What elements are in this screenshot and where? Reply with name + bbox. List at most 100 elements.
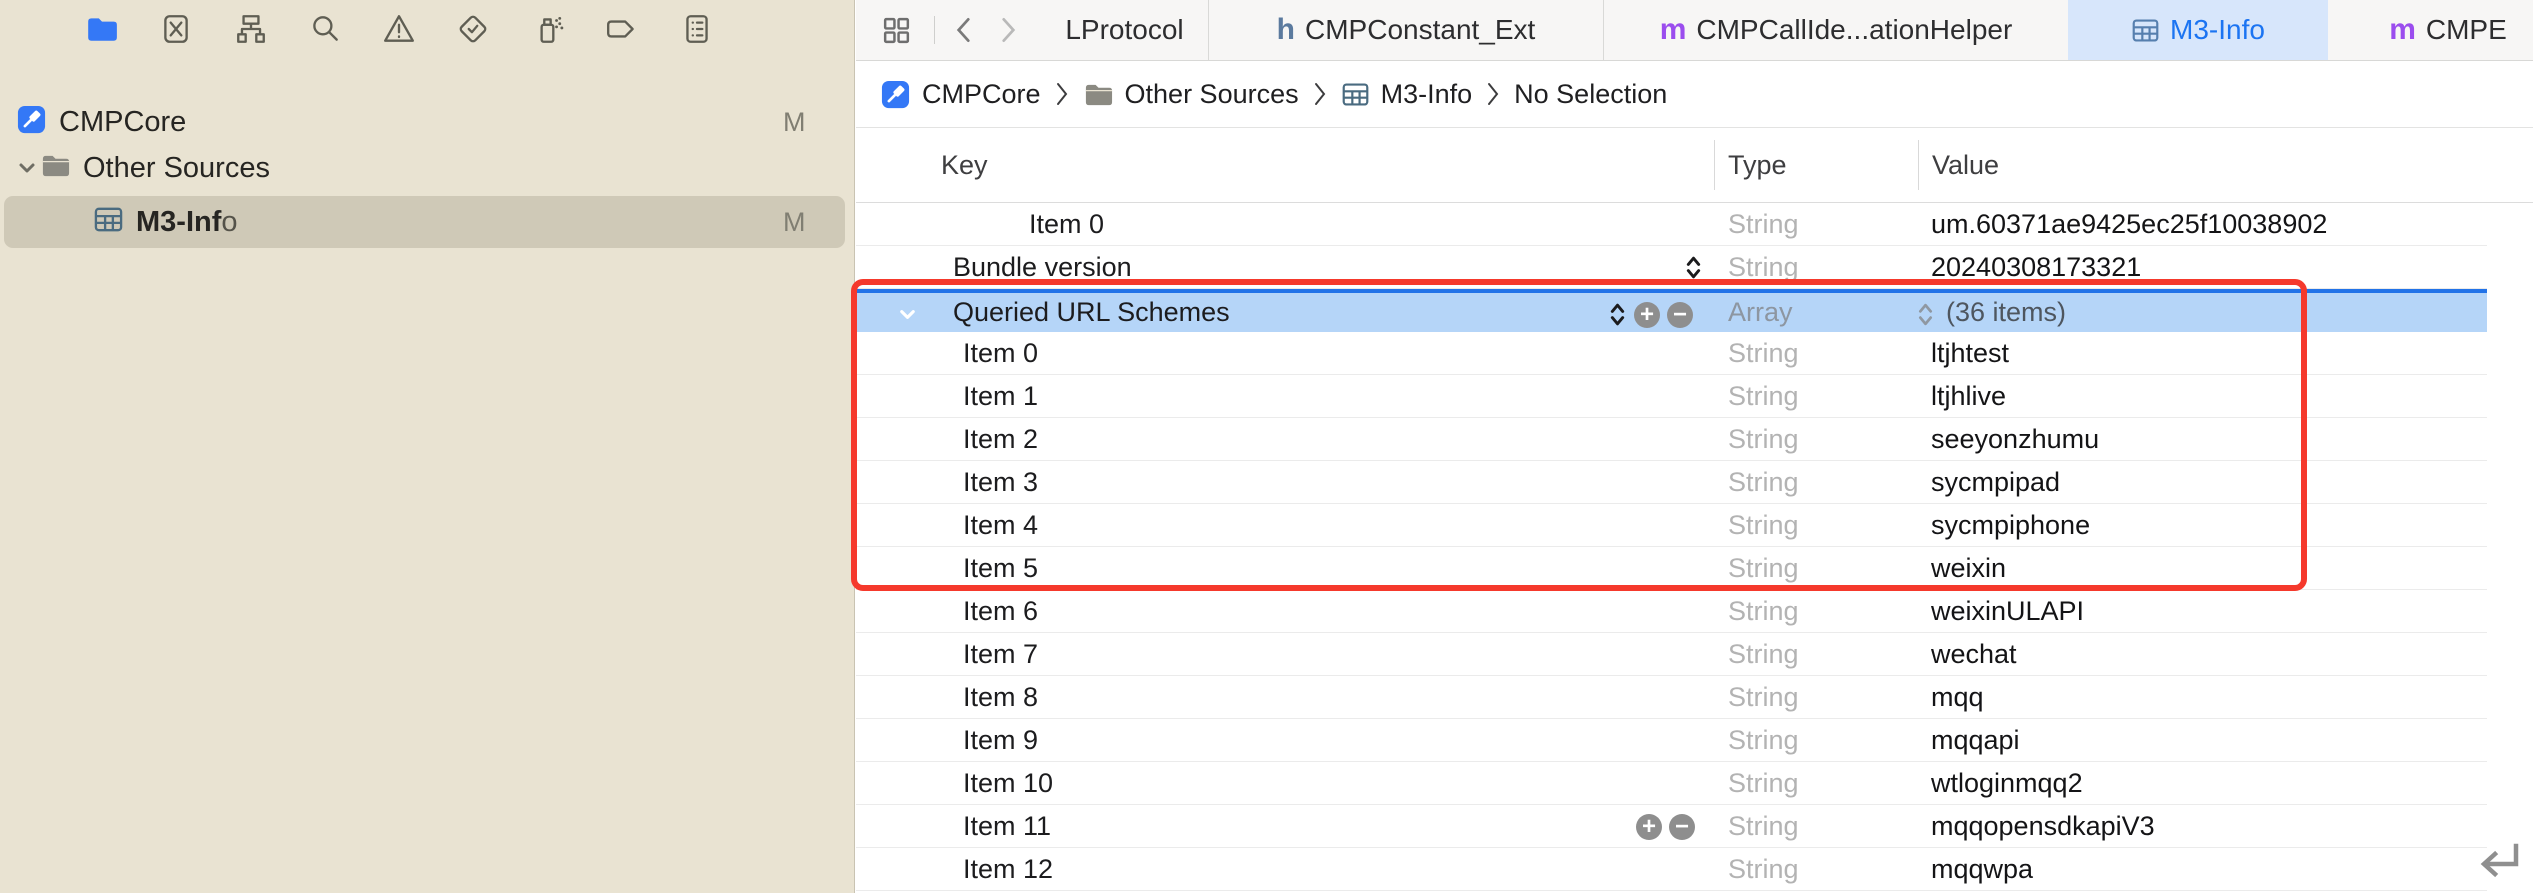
plist-row-item-3[interactable]: Item 3 String sycmpipad: [856, 461, 2487, 504]
key-cell[interactable]: Bundle version: [953, 246, 1132, 289]
tab-cmpe[interactable]: m CMPE: [2328, 0, 2533, 60]
sidebar-item-m3-info[interactable]: M3-Info M: [0, 196, 855, 248]
issue-navigator-icon[interactable]: [380, 10, 418, 48]
disclosure-chevron-icon[interactable]: [896, 303, 919, 331]
add-row-button[interactable]: +: [1636, 813, 1662, 840]
value-cell[interactable]: mqqwpa: [1931, 848, 2033, 891]
symbol-navigator-icon[interactable]: [232, 10, 270, 48]
plist-row-item-11[interactable]: Item 11 + − String mqqopensdkapiV3: [856, 805, 2487, 848]
key-cell[interactable]: Item 0: [963, 332, 1038, 375]
plist-row-item-12[interactable]: Item 12 String mqqwpa: [856, 848, 2487, 891]
test-navigator-icon[interactable]: [454, 10, 492, 48]
value-cell[interactable]: ltjhtest: [1931, 332, 2009, 375]
add-row-button[interactable]: +: [1634, 301, 1660, 328]
type-cell[interactable]: String: [1728, 375, 1799, 418]
key-cell[interactable]: Item 2: [963, 418, 1038, 461]
tab-m3-info[interactable]: M3-Info: [2068, 0, 2328, 60]
key-cell[interactable]: Item 12: [963, 848, 1053, 891]
type-cell[interactable]: String: [1728, 418, 1799, 461]
key-cell[interactable]: Item 0: [1029, 203, 1104, 246]
type-cell[interactable]: String: [1728, 719, 1799, 762]
type-cell[interactable]: String: [1728, 332, 1799, 375]
value-cell[interactable]: (36 items): [1946, 293, 2066, 336]
key-cell[interactable]: Item 3: [963, 461, 1038, 504]
key-cell[interactable]: Item 8: [963, 676, 1038, 719]
tab-cmpcallide-ationhelper[interactable]: m CMPCallIde...ationHelper: [1603, 0, 2068, 60]
value-cell[interactable]: weixinULAPI: [1931, 590, 2084, 633]
go-forward-icon[interactable]: [990, 12, 1026, 48]
type-cell[interactable]: String: [1728, 547, 1799, 590]
disclosure-chevron-icon[interactable]: [14, 155, 40, 181]
breadcrumb-item-no-selection[interactable]: No Selection: [1514, 79, 1667, 110]
value-cell[interactable]: ltjhlive: [1931, 375, 2006, 418]
remove-row-button[interactable]: −: [1669, 813, 1695, 840]
column-divider[interactable]: [1714, 140, 1715, 190]
sidebar-item-project[interactable]: CMPCore M: [0, 100, 855, 144]
type-cell[interactable]: String: [1728, 504, 1799, 547]
plist-row-queried-url-schemes[interactable]: Queried URL Schemes + − Array (36 items): [856, 289, 2487, 333]
plist-row-item-1[interactable]: Item 1 String ltjhlive: [856, 375, 2487, 418]
plist-row-item-5[interactable]: Item 5 String weixin: [856, 547, 2487, 590]
value-cell[interactable]: mqqopensdkapiV3: [1931, 805, 2155, 848]
type-cell[interactable]: String: [1728, 461, 1799, 504]
value-stepper-icon[interactable]: [1916, 301, 1935, 333]
column-header-type[interactable]: Type: [1728, 128, 1787, 203]
type-cell[interactable]: String: [1728, 762, 1799, 805]
key-cell[interactable]: Item 10: [963, 762, 1053, 805]
find-navigator-icon[interactable]: [306, 10, 344, 48]
plist-row-item-10[interactable]: Item 10 String wtloginmqq2: [856, 762, 2487, 805]
plist-row-item-0[interactable]: Item 0 String um.60371ae9425ec25f10038902: [856, 203, 2487, 246]
breakpoint-navigator-icon[interactable]: [603, 10, 641, 48]
breadcrumb-item-other-sources[interactable]: Other Sources: [1083, 79, 1299, 110]
tab-cmpconstant-ext[interactable]: h CMPConstant_Ext: [1208, 0, 1603, 60]
value-cell[interactable]: seeyonzhumu: [1931, 418, 2099, 461]
type-cell[interactable]: String: [1728, 676, 1799, 719]
source-control-navigator-icon[interactable]: [157, 10, 195, 48]
related-items-icon[interactable]: [878, 12, 914, 48]
type-cell[interactable]: String: [1728, 203, 1799, 246]
type-cell[interactable]: String: [1728, 590, 1799, 633]
plist-row-item-0[interactable]: Item 0 String ltjhtest: [856, 332, 2487, 375]
key-cell[interactable]: Item 1: [963, 375, 1038, 418]
type-cell[interactable]: String: [1728, 633, 1799, 676]
plist-row-item-7[interactable]: Item 7 String wechat: [856, 633, 2487, 676]
go-back-icon[interactable]: [946, 12, 982, 48]
key-cell[interactable]: Item 7: [963, 633, 1038, 676]
type-cell[interactable]: String: [1728, 805, 1799, 848]
plist-row-item-2[interactable]: Item 2 String seeyonzhumu: [856, 418, 2487, 461]
report-navigator-icon[interactable]: [678, 10, 716, 48]
value-cell[interactable]: sycmpiphone: [1931, 504, 2090, 547]
key-cell[interactable]: Queried URL Schemes: [953, 293, 1230, 336]
type-cell[interactable]: String: [1728, 848, 1799, 891]
value-cell[interactable]: 20240308173321: [1931, 246, 2141, 289]
sidebar-item-other-sources[interactable]: Other Sources: [0, 146, 855, 190]
key-cell[interactable]: Item 5: [963, 547, 1038, 590]
column-header-value[interactable]: Value: [1932, 128, 1999, 203]
key-cell[interactable]: Item 6: [963, 590, 1038, 633]
breadcrumb-item-m3-info[interactable]: M3-Info: [1341, 79, 1472, 110]
remove-row-button[interactable]: −: [1667, 301, 1693, 328]
key-cell[interactable]: Item 11: [963, 805, 1051, 848]
tab-lprotocol[interactable]: LProtocol: [1041, 0, 1208, 60]
value-cell[interactable]: mqqapi: [1931, 719, 2020, 762]
value-cell[interactable]: um.60371ae9425ec25f10038902: [1931, 203, 2327, 246]
type-cell[interactable]: String: [1728, 246, 1799, 289]
key-cell[interactable]: Item 9: [963, 719, 1038, 762]
type-cell[interactable]: Array: [1728, 293, 1793, 336]
plist-row-item-6[interactable]: Item 6 String weixinULAPI: [856, 590, 2487, 633]
plist-row-item-4[interactable]: Item 4 String sycmpiphone: [856, 504, 2487, 547]
reorder-stepper-icon[interactable]: [1608, 301, 1627, 328]
debug-navigator-icon[interactable]: [529, 10, 567, 48]
value-cell[interactable]: wtloginmqq2: [1931, 762, 2083, 805]
breadcrumb-item-cmpcore[interactable]: CMPCore: [880, 79, 1041, 110]
project-navigator-icon[interactable]: [83, 10, 121, 48]
value-cell[interactable]: weixin: [1931, 547, 2006, 590]
key-cell[interactable]: Item 4: [963, 504, 1038, 547]
column-header-key[interactable]: Key: [941, 128, 988, 203]
value-cell[interactable]: sycmpipad: [1931, 461, 2060, 504]
column-divider[interactable]: [1918, 140, 1919, 190]
plist-row-bundle-version[interactable]: Bundle version String 20240308173321: [856, 246, 2487, 289]
value-cell[interactable]: wechat: [1931, 633, 2017, 676]
value-cell[interactable]: mqq: [1931, 676, 1984, 719]
plist-row-item-8[interactable]: Item 8 String mqq: [856, 676, 2487, 719]
